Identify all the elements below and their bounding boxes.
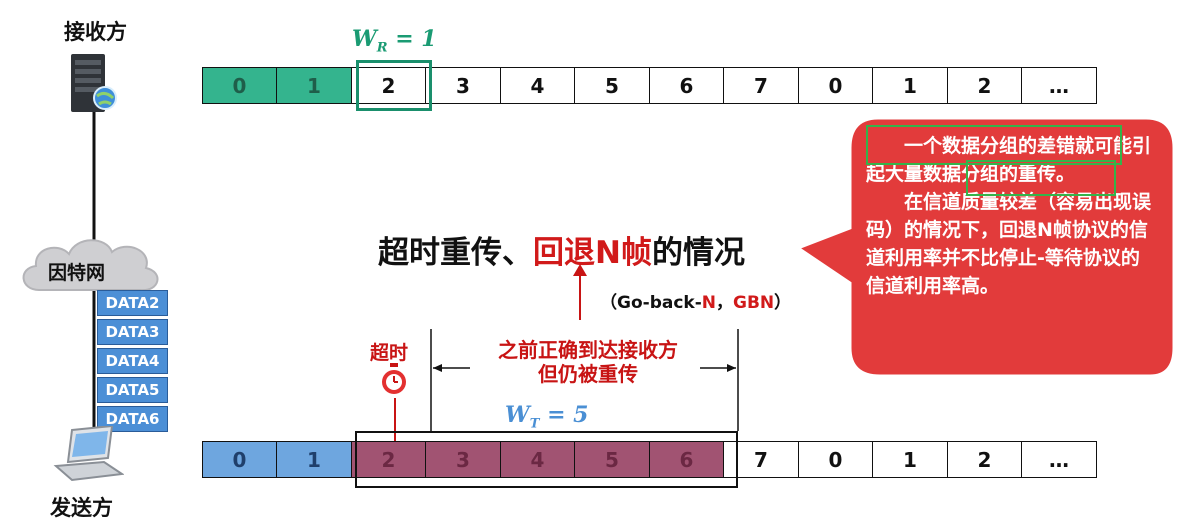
receiver-seq-cell: 4 [499, 67, 576, 104]
receiver-seq-cell: 6 [648, 67, 725, 104]
sender-seq-cell: 1 [872, 441, 948, 478]
receiver-seq-cell: … [1021, 67, 1097, 104]
highlight-box [966, 160, 1116, 196]
receiver-seq-cell: 5 [574, 67, 650, 104]
sender-window-label: WT = 5 [505, 402, 589, 432]
receiver-seq-cell: 0 [797, 67, 874, 104]
receiver-seq-cell: 1 [276, 67, 352, 104]
packet: DATA2 [97, 290, 168, 316]
up-arrow [573, 264, 587, 320]
sender-seq-cell: 1 [276, 441, 352, 478]
sender-label: 发送方 [50, 496, 113, 520]
packet-stack: DATA2 DATA3 DATA4 DATA5 DATA6 [97, 290, 168, 435]
receiver-sequence: 0 1 2 3 4 5 6 7 0 1 2… [201, 67, 1097, 104]
receiver-seq-cell: 1 [872, 67, 948, 104]
receiver-label: 接收方 [64, 20, 127, 44]
sender-seq-cell: 0 [797, 441, 874, 478]
sender-seq-cell: 0 [201, 441, 278, 478]
internet-label: 因特网 [48, 262, 106, 284]
sender-seq-cell: 2 [946, 441, 1023, 478]
packet: DATA4 [97, 348, 168, 374]
receiver-window-label: WR = 1 [352, 26, 437, 56]
timeout-label: 超时 [370, 342, 409, 364]
span-note: 之前正确到达接收方 但仍被重传 [498, 338, 678, 386]
timer-icon [382, 363, 406, 394]
server-icon [71, 54, 117, 112]
receiver-seq-cell: 0 [201, 67, 278, 104]
slide-title: 超时重传、回退N帧的情况 [378, 235, 745, 271]
receiver-seq-cell: 7 [723, 67, 799, 104]
receiver-window-frame [356, 60, 432, 111]
receiver-seq-cell: 2 [946, 67, 1023, 104]
packet: DATA5 [97, 377, 168, 403]
gbn-subtitle: （Go-back-N，GBN） [600, 293, 792, 313]
sender-seq-cell: … [1021, 441, 1097, 478]
laptop-icon [53, 426, 124, 482]
receiver-seq-cell: 3 [425, 67, 501, 104]
sender-window-frame [355, 431, 738, 488]
packet: DATA3 [97, 319, 168, 345]
highlight-box [866, 125, 1122, 165]
